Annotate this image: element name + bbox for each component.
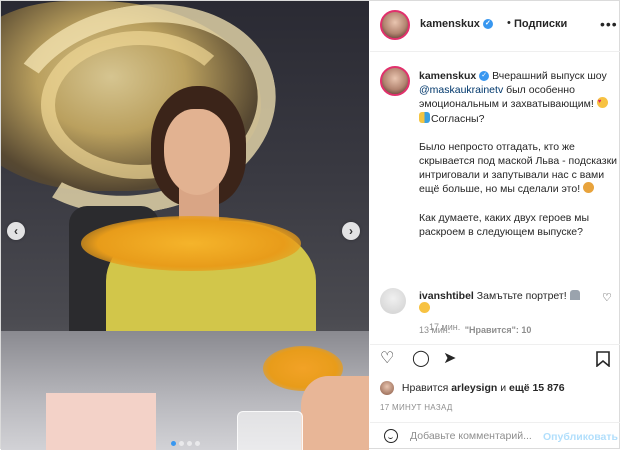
likes-others-count[interactable]: ещё 15 876 [509, 382, 565, 394]
likes-prefix: Нравится [401, 381, 449, 394]
caption-text: kamenskux ✓ Вчерашний выпуск шоу @maskauk… [419, 69, 619, 253]
post-header: kamenskux ✓ • Подписки ••• [370, 1, 620, 52]
comment-timestamp: 13 мин. [419, 325, 451, 335]
comment-input[interactable] [410, 428, 560, 444]
likes-connector: и [500, 381, 507, 394]
commenter-username[interactable]: ivanshtibel [419, 290, 474, 302]
woman-face [164, 109, 230, 195]
like-heart-icon[interactable]: ♡ [380, 351, 394, 367]
folded-hands-emoji-icon [569, 290, 580, 300]
carousel-dot [179, 441, 184, 446]
comment-text: ivanshtibel Замътьте портрет! [419, 290, 580, 315]
post-photo[interactable]: ‹ › [1, 1, 369, 450]
caption-paragraph-3: Как думаете, каких двух героев мы раскро… [419, 211, 590, 238]
share-send-icon[interactable]: ➤ [443, 351, 456, 367]
caption-mention-link[interactable]: @maskaukrainetv [419, 84, 503, 96]
instagram-post: ‹ › kamenskux ✓ • Подписки ••• kamenskux… [0, 0, 620, 450]
post-actions-bar: ♡ ◯ ➤ [370, 344, 620, 375]
commenter-avatar[interactable] [380, 288, 406, 314]
previous-photo-button[interactable]: ‹ [7, 222, 25, 240]
liker-username[interactable]: arleysign [451, 382, 497, 394]
add-comment-bar: Опубликовать [370, 422, 620, 451]
comment-meta: 13 мин. "Нравится": 10 [419, 325, 543, 335]
theater-masks-emoji-icon [419, 111, 430, 123]
feather-trim [81, 216, 301, 271]
heart-eyes-emoji-icon [596, 95, 608, 110]
hugging-face-emoji-icon [419, 302, 430, 313]
post-sidebar: kamenskux ✓ • Подписки ••• kamenskux ✓ Вче… [370, 1, 620, 450]
carousel-dots [171, 441, 200, 446]
publish-comment-button[interactable]: Опубликовать [543, 431, 618, 443]
carousel-dot-active [171, 441, 176, 446]
verified-badge-icon: ✓ [482, 19, 493, 30]
hand [301, 376, 369, 450]
caption-avatar[interactable] [380, 66, 410, 96]
caption-text-part: Согласны? [431, 112, 485, 125]
comment-like-heart-icon[interactable]: ♡ [602, 291, 612, 304]
following-button[interactable]: Подписки [514, 18, 567, 30]
verified-badge-icon: ✓ [479, 71, 490, 82]
comment-body: Замътьте портрет! [476, 290, 567, 302]
carousel-dot [195, 441, 200, 446]
chevron-right-icon: › [349, 224, 353, 238]
more-options-icon[interactable]: ••• [600, 16, 618, 32]
comment-likes[interactable]: "Нравится": 10 [465, 325, 532, 335]
author-username-text[interactable]: kamenskux [420, 18, 480, 30]
pink-card [46, 393, 156, 450]
likes-summary: Нравится arleysign и ещё 15 876 [380, 381, 565, 395]
header-separator: • [507, 17, 511, 29]
caption-text-part: Вчерашний выпуск шоу [492, 70, 607, 82]
comment-bubble-icon[interactable]: ◯ [412, 351, 430, 367]
liker-avatar[interactable] [380, 381, 394, 395]
glass [237, 411, 303, 450]
author-username[interactable]: kamenskux ✓ [420, 18, 493, 30]
chevron-left-icon: ‹ [14, 224, 18, 238]
carousel-dot [187, 441, 192, 446]
emoji-picker-icon[interactable] [384, 429, 398, 443]
caption-username[interactable]: kamenskux [419, 70, 476, 82]
author-avatar[interactable] [380, 10, 410, 40]
post-timestamp: 17 МИНУТ НАЗАД [380, 403, 453, 412]
bookmark-icon[interactable] [596, 351, 610, 371]
next-photo-button[interactable]: › [342, 222, 360, 240]
lion-emoji-icon [583, 182, 595, 194]
